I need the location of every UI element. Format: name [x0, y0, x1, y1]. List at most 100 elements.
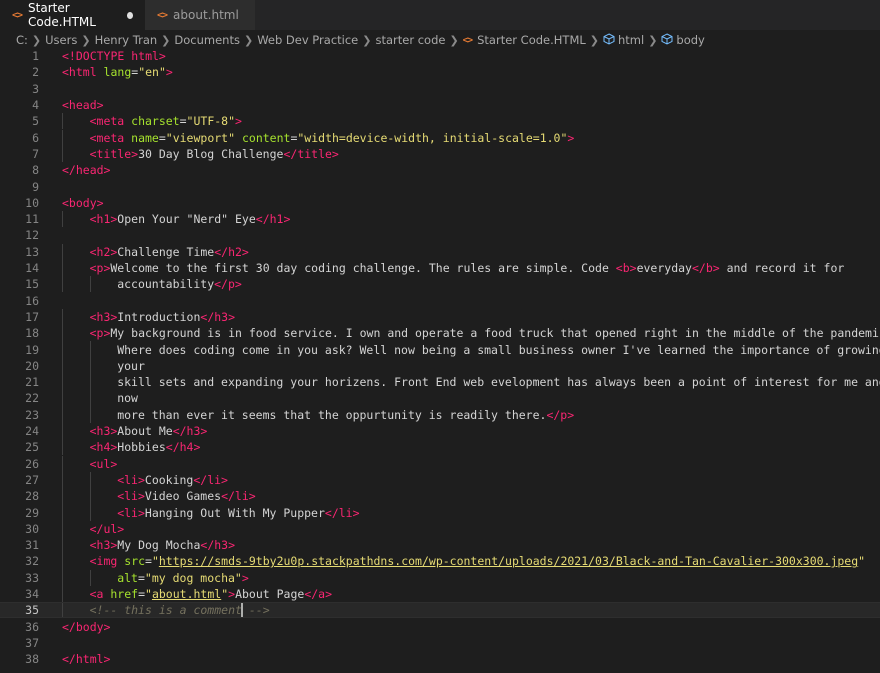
code-line[interactable]: 6 <meta name="viewport" content="width=de…	[0, 129, 880, 146]
breadcrumb-item[interactable]: html	[618, 33, 644, 47]
line-number: 35	[25, 603, 39, 618]
token-txt: now	[117, 391, 138, 406]
code-text: skill sets and expanding your horizens. …	[117, 375, 880, 389]
code-text: accountability</p>	[117, 277, 242, 291]
code-line[interactable]: 20 your	[0, 357, 880, 374]
token-tag: >	[235, 114, 242, 129]
token-attr: href	[110, 587, 139, 602]
code-text: <h4>Hobbies</h4>	[90, 440, 201, 454]
line-number: 29	[25, 505, 39, 520]
token-str: "	[858, 554, 866, 569]
breadcrumb-item[interactable]: Starter Code.HTML	[477, 33, 586, 47]
code-line[interactable]: 27 <li>Cooking</li>	[0, 471, 880, 489]
token-attr: lang	[103, 65, 132, 80]
breadcrumb-item[interactable]: Henry Tran	[95, 33, 158, 47]
code-line[interactable]: 34 <a href="about.html">About Page</a>	[0, 585, 880, 603]
tab-about[interactable]: <> about.html	[145, 0, 255, 30]
code-line[interactable]: 15 accountability</p>	[0, 276, 880, 293]
indent-guide	[62, 243, 63, 260]
token-url[interactable]: https://smds-9tby2u0p.stackpathdns.com/w…	[159, 554, 858, 568]
token-tag: <h4>	[89, 440, 118, 455]
token-txt: Where does coding come in you ask? Well …	[117, 342, 880, 357]
indent-guide	[89, 374, 91, 391]
code-line[interactable]: 23 more than ever it seems that the oppur…	[0, 406, 880, 423]
code-line[interactable]: 38 </html>	[0, 651, 880, 667]
code-text: <li>Video Games</li>	[117, 489, 256, 503]
code-line[interactable]: 13 <h2>Challenge Time</h2>	[0, 243, 880, 260]
code-line[interactable]: 14 <p>Welcome to the first 30 day coding …	[0, 259, 880, 277]
code-line[interactable]: 36 </body>	[0, 619, 880, 635]
line-number: 12	[25, 228, 39, 243]
code-line[interactable]: 37	[0, 635, 880, 651]
code-line[interactable]: 28 <li>Video Games</li>	[0, 488, 880, 505]
code-line[interactable]: 9	[0, 178, 880, 194]
indent-guide	[62, 390, 63, 407]
chevron-right-icon: ❯	[81, 33, 91, 47]
code-text: <title>30 Day Blog Challenge</title>	[90, 147, 339, 161]
breadcrumb-item[interactable]: Users	[45, 33, 77, 47]
code-line[interactable]: 17 <h3>Introduction</h3>	[0, 308, 880, 326]
code-line[interactable]: 29 <li>Hanging Out With My Pupper</li>	[0, 504, 880, 521]
code-line[interactable]: 3	[0, 81, 880, 97]
code-line[interactable]: 4 <head>	[0, 97, 880, 113]
code-line[interactable]: 16	[0, 293, 880, 309]
token-tag: >	[241, 570, 249, 585]
breadcrumb-item[interactable]: Web Dev Practice	[257, 33, 358, 47]
token-txt: My Dog Mocha	[117, 538, 201, 553]
indent-guide	[89, 357, 91, 374]
breadcrumb-item[interactable]: body	[676, 33, 704, 47]
code-text: <li>Hanging Out With My Pupper</li>	[117, 506, 359, 520]
token-tag: <meta	[89, 114, 132, 129]
indent-guide	[89, 471, 91, 489]
code-line[interactable]: 1 <!DOCTYPE html>	[0, 48, 880, 64]
breadcrumb-item[interactable]: C:	[16, 33, 28, 47]
code-line[interactable]: 33 alt="my dog mocha">	[0, 569, 880, 586]
line-number: 14	[25, 261, 39, 276]
code-line[interactable]: 25 <h4>Hobbies</h4>	[0, 439, 880, 456]
code-line[interactable]: 7 <title>30 Day Blog Challenge</title>	[0, 145, 880, 163]
code-line[interactable]: 35 <!-- this is a comment -->	[0, 602, 880, 619]
code-line[interactable]: 10 <body>	[0, 195, 880, 211]
token-tag: <h3>	[89, 538, 118, 553]
code-line[interactable]: 12	[0, 227, 880, 243]
code-line[interactable]: 18 <p>My background is in food service. I…	[0, 325, 880, 342]
token-url[interactable]: about.html	[152, 587, 221, 601]
line-number: 4	[32, 98, 39, 113]
code-line[interactable]: 22 now	[0, 390, 880, 407]
breadcrumb-item[interactable]: starter code	[375, 33, 445, 47]
indent-guide	[89, 276, 91, 293]
code-line[interactable]: 21 skill sets and expanding your horizens…	[0, 374, 880, 391]
code-line[interactable]: 32 <img src="https://smds-9tby2u0p.stackp…	[0, 553, 880, 570]
tab-starter-code[interactable]: <> Starter Code.HTML	[0, 0, 145, 30]
code-line[interactable]: 5 <meta charset="UTF-8">	[0, 113, 880, 130]
html-file-icon: <>	[12, 9, 23, 21]
line-number: 34	[25, 587, 39, 602]
code-line[interactable]: 26 <ul>	[0, 455, 880, 472]
code-text: Where does coding come in you ask? Well …	[117, 343, 880, 357]
indent-guide	[62, 488, 63, 505]
code-line[interactable]: 19 Where does coding come in you ask? Wel…	[0, 341, 880, 358]
code-line[interactable]: 31 <h3>My Dog Mocha</h3>	[0, 537, 880, 554]
line-number: 21	[25, 375, 39, 390]
indent-guide	[62, 113, 63, 130]
unsaved-dot-icon[interactable]	[126, 11, 133, 19]
code-line[interactable]: 2 <html lang="en">	[0, 64, 880, 80]
code-line[interactable]: 24 <h3>About Me</h3>	[0, 422, 880, 440]
indent-guide	[62, 211, 63, 228]
token-attr: content	[241, 130, 291, 145]
token-txt: =	[138, 587, 146, 602]
code-line[interactable]: 8 </head>	[0, 162, 880, 178]
token-txt: everyday	[636, 261, 692, 276]
indent-guide	[62, 406, 63, 423]
chevron-right-icon: ❯	[589, 33, 599, 47]
code-line[interactable]: 30 </ul>	[0, 520, 880, 537]
code-editor[interactable]: 1 <!DOCTYPE html> 2 <html lang="en"> 3 4 <head…	[0, 48, 880, 673]
indent-guide	[62, 145, 63, 163]
token-txt: Hanging Out With My Pupper	[144, 505, 325, 520]
breadcrumb-item[interactable]: Documents	[174, 33, 240, 47]
code-line[interactable]: 11 <h1>Open Your "Nerd" Eye</h1>	[0, 211, 880, 228]
code-text: <html lang="en">	[62, 65, 173, 79]
line-number: 13	[25, 244, 39, 259]
line-number: 31	[25, 538, 39, 553]
code-text: <!DOCTYPE html>	[62, 49, 166, 63]
